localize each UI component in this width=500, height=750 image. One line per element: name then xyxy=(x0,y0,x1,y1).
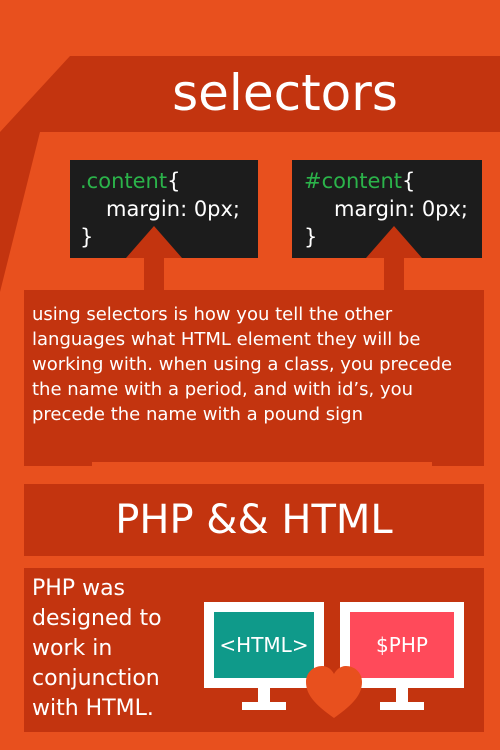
id-selector: #content xyxy=(304,169,402,193)
section-title: PHP && HTML xyxy=(115,497,393,543)
diagonal-accent xyxy=(0,132,40,292)
open-brace: { xyxy=(402,169,416,193)
description-text: using selectors is how you tell the othe… xyxy=(32,304,453,425)
page-title: selectors xyxy=(172,64,398,122)
heart-icon xyxy=(306,666,362,718)
php-monitor-label: $PHP xyxy=(350,612,454,678)
code-property: margin: 0px; xyxy=(106,197,241,221)
php-info-text: PHP was designed to work in conjunction … xyxy=(32,576,162,721)
code-property: margin: 0px; xyxy=(334,197,469,221)
description-box-gap xyxy=(92,462,432,468)
open-brace: { xyxy=(167,169,181,193)
monitor-base xyxy=(380,702,424,710)
html-monitor-label: <HTML> xyxy=(214,612,314,678)
monitor-base xyxy=(242,702,286,710)
class-selector: .content xyxy=(80,169,168,193)
